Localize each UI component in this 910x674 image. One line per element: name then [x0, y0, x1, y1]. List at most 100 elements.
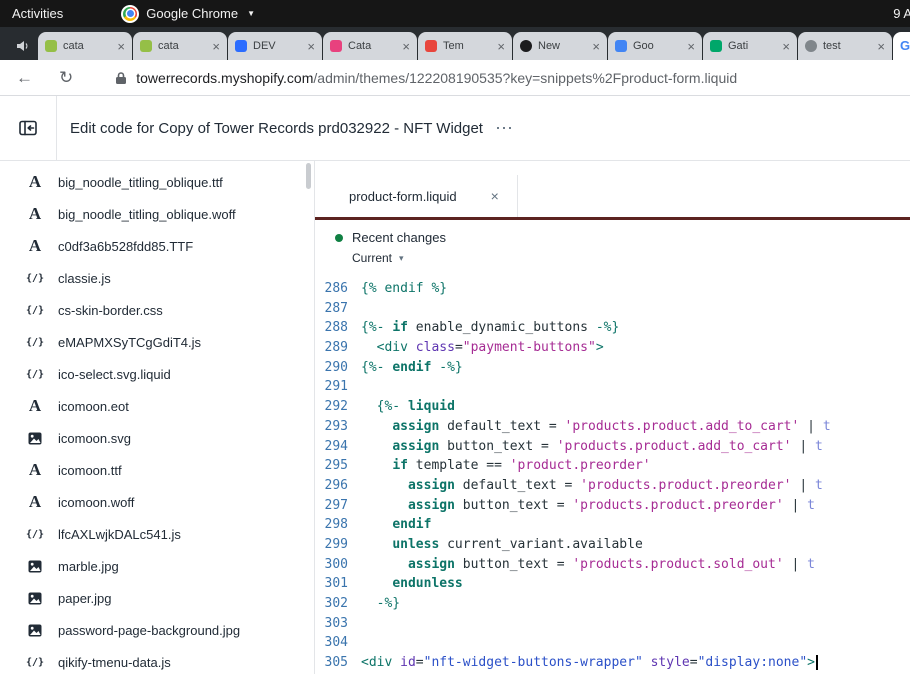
code-line[interactable]: 289 <div class="payment-buttons"> [315, 338, 910, 358]
file-item[interactable]: Abig_noodle_titling_oblique.ttf [0, 166, 314, 198]
browser-tab[interactable]: test× [798, 32, 892, 60]
code-line[interactable]: 293 assign default_text = 'products.prod… [315, 417, 910, 437]
code-line[interactable]: 298 endif [315, 515, 910, 535]
tab-title: Goo [633, 40, 684, 52]
back-icon[interactable]: ← [16, 69, 33, 86]
browser-tab[interactable]: New× [513, 32, 607, 60]
page-header: Edit code for Copy of Tower Records prd0… [0, 96, 910, 161]
code-line[interactable]: 305<div id="nft-widget-buttons-wrapper" … [315, 653, 910, 673]
file-item[interactable]: Aicomoon.woff [0, 486, 314, 518]
font-file-icon: A [22, 236, 48, 256]
collapse-sidebar-button[interactable] [0, 96, 57, 160]
file-item[interactable]: Ac0df3a6b528fdd85.TTF [0, 230, 314, 262]
file-item[interactable]: {/}ico-select.svg.liquid [0, 358, 314, 390]
tab-title: test [823, 40, 874, 52]
code-text: endif [361, 515, 910, 535]
file-list: Abig_noodle_titling_oblique.ttfAbig_nood… [0, 161, 315, 674]
font-file-icon: A [22, 204, 48, 224]
code-area[interactable]: 286{% endif %}287288{%- if enable_dynami… [315, 279, 910, 674]
file-item[interactable]: Aicomoon.eot [0, 390, 314, 422]
browser-tab[interactable]: Cata× [323, 32, 417, 60]
code-line[interactable]: 288{%- if enable_dynamic_buttons -%} [315, 318, 910, 338]
file-tab-label: product-form.liquid [349, 189, 457, 204]
more-actions-button[interactable]: ⋯ [495, 118, 515, 139]
code-editor: product-form.liquid × Recent changes Cur… [315, 161, 910, 674]
file-name: classie.js [58, 271, 111, 286]
browser-tab[interactable]: cata× [38, 32, 132, 60]
code-line[interactable]: 296 assign default_text = 'products.prod… [315, 476, 910, 496]
code-line[interactable]: 295 if template == 'product.preorder' [315, 456, 910, 476]
text-cursor [816, 655, 818, 670]
code-text: assign default_text = 'products.product.… [361, 417, 910, 437]
code-text: {% endif %} [361, 279, 910, 299]
line-number: 297 [315, 496, 361, 516]
tab-close-icon[interactable]: × [877, 39, 885, 54]
sidebar-scrollbar[interactable] [306, 163, 311, 189]
file-item[interactable]: {/}classie.js [0, 262, 314, 294]
chevron-down-icon: ▾ [399, 253, 404, 264]
code-line[interactable]: 287 [315, 299, 910, 319]
code-line[interactable]: 292 {%- liquid [315, 397, 910, 417]
active-app-label: Google Chrome [146, 6, 238, 21]
activities-button[interactable]: Activities [12, 6, 63, 21]
file-item[interactable]: icomoon.svg [0, 422, 314, 454]
browser-tab[interactable]: DEV× [228, 32, 322, 60]
browser-tab[interactable]: G [893, 32, 910, 60]
image-file-icon [22, 624, 48, 637]
code-line[interactable]: 297 assign button_text = 'products.produ… [315, 496, 910, 516]
os-clock[interactable]: 9 A [893, 6, 910, 21]
tab-close-icon[interactable]: × [687, 39, 695, 54]
active-app-menu[interactable]: Google Chrome ▼ [121, 5, 255, 23]
code-line[interactable]: 291 [315, 377, 910, 397]
file-tab-close-icon[interactable]: × [491, 188, 499, 204]
code-line[interactable]: 286{% endif %} [315, 279, 910, 299]
tab-close-icon[interactable]: × [402, 39, 410, 54]
file-item[interactable]: {/}lfcAXLwjkDALc541.js [0, 518, 314, 550]
file-item[interactable]: Aicomoon.ttf [0, 454, 314, 486]
code-file-icon: {/} [22, 529, 48, 540]
code-line[interactable]: 300 assign button_text = 'products.produ… [315, 555, 910, 575]
line-number: 295 [315, 456, 361, 476]
file-item[interactable]: password-page-background.jpg [0, 614, 314, 646]
tab-close-icon[interactable]: × [782, 39, 790, 54]
browser-tab[interactable]: Tem× [418, 32, 512, 60]
code-line[interactable]: 302 -%} [315, 594, 910, 614]
file-item[interactable]: {/}eMAPMXSyTCgGdiT4.js [0, 326, 314, 358]
line-number: 294 [315, 437, 361, 457]
code-line[interactable]: 301 endunless [315, 574, 910, 594]
tab-favicon [710, 40, 722, 52]
file-item[interactable]: paper.jpg [0, 582, 314, 614]
tab-close-icon[interactable]: × [307, 39, 315, 54]
url-field[interactable]: towerrecords.myshopify.com/admin/themes/… [136, 70, 737, 86]
file-name: icomoon.ttf [58, 463, 122, 478]
code-line[interactable]: 303 [315, 614, 910, 634]
code-line[interactable]: 290{%- endif -%} [315, 358, 910, 378]
reload-icon[interactable]: ↻ [59, 69, 73, 86]
tab-close-icon[interactable]: × [497, 39, 505, 54]
current-version-dropdown[interactable]: Current ▾ [352, 251, 910, 265]
browser-tabs: cata×cata×DEV×Cata×Tem×New×Goo×Gati×test… [38, 32, 910, 60]
file-item[interactable]: marble.jpg [0, 550, 314, 582]
lock-icon[interactable] [115, 71, 127, 85]
file-item[interactable]: {/}qikify-tmenu-data.js [0, 646, 314, 674]
line-number: 301 [315, 574, 361, 594]
tab-close-icon[interactable]: × [117, 39, 125, 54]
current-label: Current [352, 251, 392, 265]
tab-close-icon[interactable]: × [212, 39, 220, 54]
browser-tab[interactable]: cata× [133, 32, 227, 60]
code-line[interactable]: 299 unless current_variant.available [315, 535, 910, 555]
browser-tab[interactable]: Goo× [608, 32, 702, 60]
file-item[interactable]: Abig_noodle_titling_oblique.woff [0, 198, 314, 230]
file-tab[interactable]: product-form.liquid × [331, 175, 518, 217]
code-text: {%- liquid [361, 397, 910, 417]
tab-close-icon[interactable]: × [592, 39, 600, 54]
file-item[interactable]: {/}cs-skin-border.css [0, 294, 314, 326]
file-name: eMAPMXSyTCgGdiT4.js [58, 335, 201, 350]
code-line[interactable]: 304 [315, 633, 910, 653]
file-tab-row: product-form.liquid × [315, 161, 910, 217]
tab-favicon [520, 40, 532, 52]
browser-tab[interactable]: Gati× [703, 32, 797, 60]
file-name: marble.jpg [58, 559, 119, 574]
code-line[interactable]: 294 assign button_text = 'products.produ… [315, 437, 910, 457]
code-text: <div id="nft-widget-buttons-wrapper" sty… [361, 653, 910, 673]
